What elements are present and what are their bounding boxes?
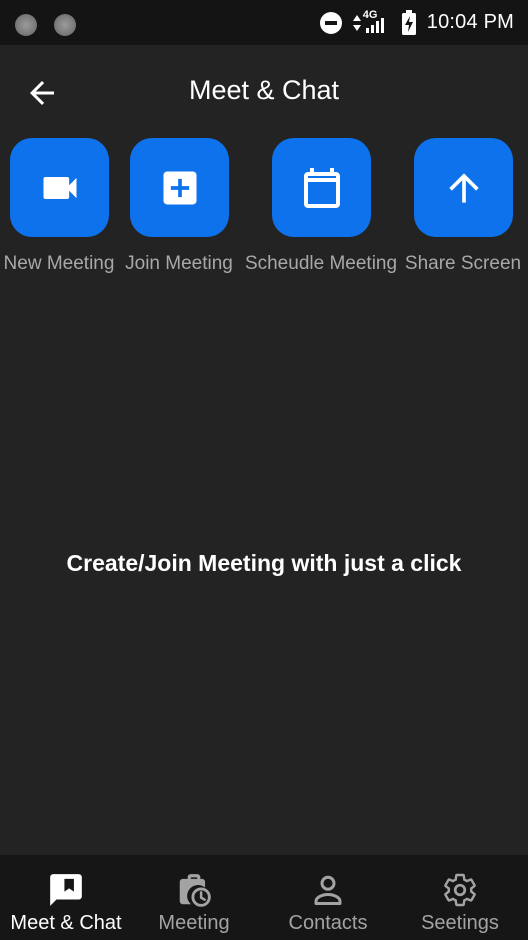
plus-box-icon: [163, 171, 196, 204]
app-bar: Meet & Chat: [0, 45, 528, 140]
data-arrows-icon: [352, 14, 361, 31]
status-time: 10:04 PM: [426, 11, 514, 33]
join-meeting-label: Join Meeting: [125, 253, 233, 274]
page-title: Meet & Chat: [188, 75, 340, 105]
arrow-up-icon: [448, 172, 479, 203]
nav-label: Contacts: [288, 912, 368, 934]
schedule-meeting-button[interactable]: [272, 138, 371, 237]
battery-charging-icon: [401, 9, 416, 35]
bottom-nav: Meet & Chat Meeting Contacts Seetings: [0, 855, 528, 940]
empty-state-message: Create/Join Meeting with just a click: [66, 550, 462, 576]
schedule-meeting-label: Scheudle Meeting: [244, 253, 398, 274]
status-right: 4G 10:04 PM: [319, 0, 514, 45]
nav-item-contacts[interactable]: Contacts: [262, 855, 394, 940]
gear-icon: [444, 873, 476, 907]
nav-label: Seetings: [421, 912, 499, 934]
notification-dot-icon: [54, 14, 76, 36]
share-screen-button[interactable]: [414, 138, 513, 237]
person-icon: [314, 875, 342, 905]
signal-icon: [365, 17, 384, 33]
network-indicator: 4G: [352, 9, 385, 34]
nav-label: Meet & Chat: [10, 912, 122, 934]
bag-clock-icon: [179, 874, 211, 907]
nav-item-meet-chat[interactable]: Meet & Chat: [0, 855, 132, 940]
new-meeting-label: New Meeting: [3, 253, 115, 274]
nav-label: Meeting: [158, 912, 230, 934]
nav-item-settings[interactable]: Seetings: [394, 855, 526, 940]
share-screen-label: Share Screen: [404, 253, 522, 274]
notification-dot-icon: [15, 14, 37, 36]
status-bar: 4G 10:04 PM: [0, 0, 528, 45]
new-meeting-button[interactable]: [10, 138, 109, 237]
video-camera-icon: [43, 176, 76, 199]
nav-item-meeting[interactable]: Meeting: [128, 855, 260, 940]
chat-bookmark-icon: [50, 874, 82, 906]
join-meeting-button[interactable]: [130, 138, 229, 237]
calendar-icon: [303, 167, 340, 208]
do-not-disturb-icon: [319, 11, 342, 34]
